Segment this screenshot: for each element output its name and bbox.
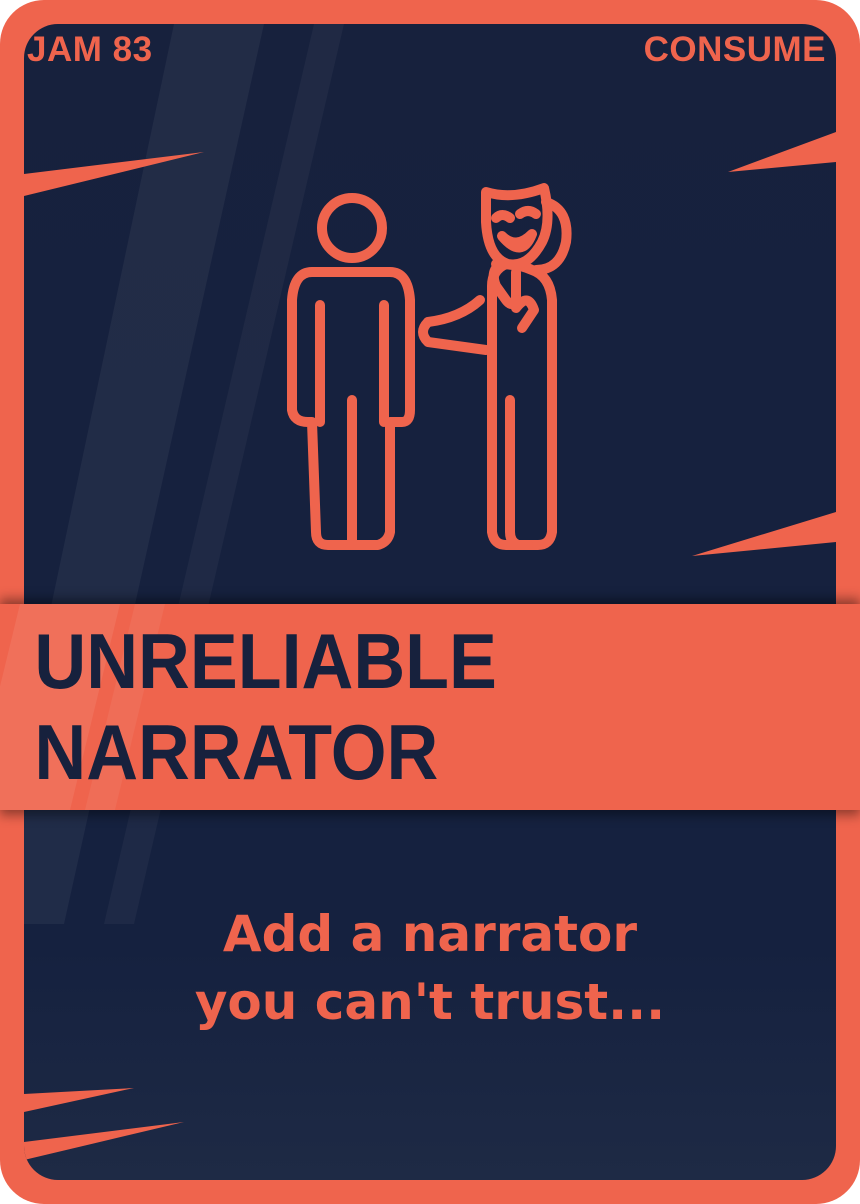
description-line: Add a narrator [222,905,638,963]
description-line: you can't trust... [194,973,666,1031]
title-banner: UNRELIABLE NARRATOR [0,604,860,810]
jam-number: JAM 83 [27,30,153,69]
person-and-masked-narrator-icon [287,183,572,550]
card-type: CONSUME [643,30,826,69]
card: JAM 83 CONSUME UNRELIABLE NARRATOR Add a… [0,0,860,1204]
card-title: UNRELIABLE NARRATOR [34,617,497,796]
card-description: Add a narrator you can't trust... [0,900,860,1036]
